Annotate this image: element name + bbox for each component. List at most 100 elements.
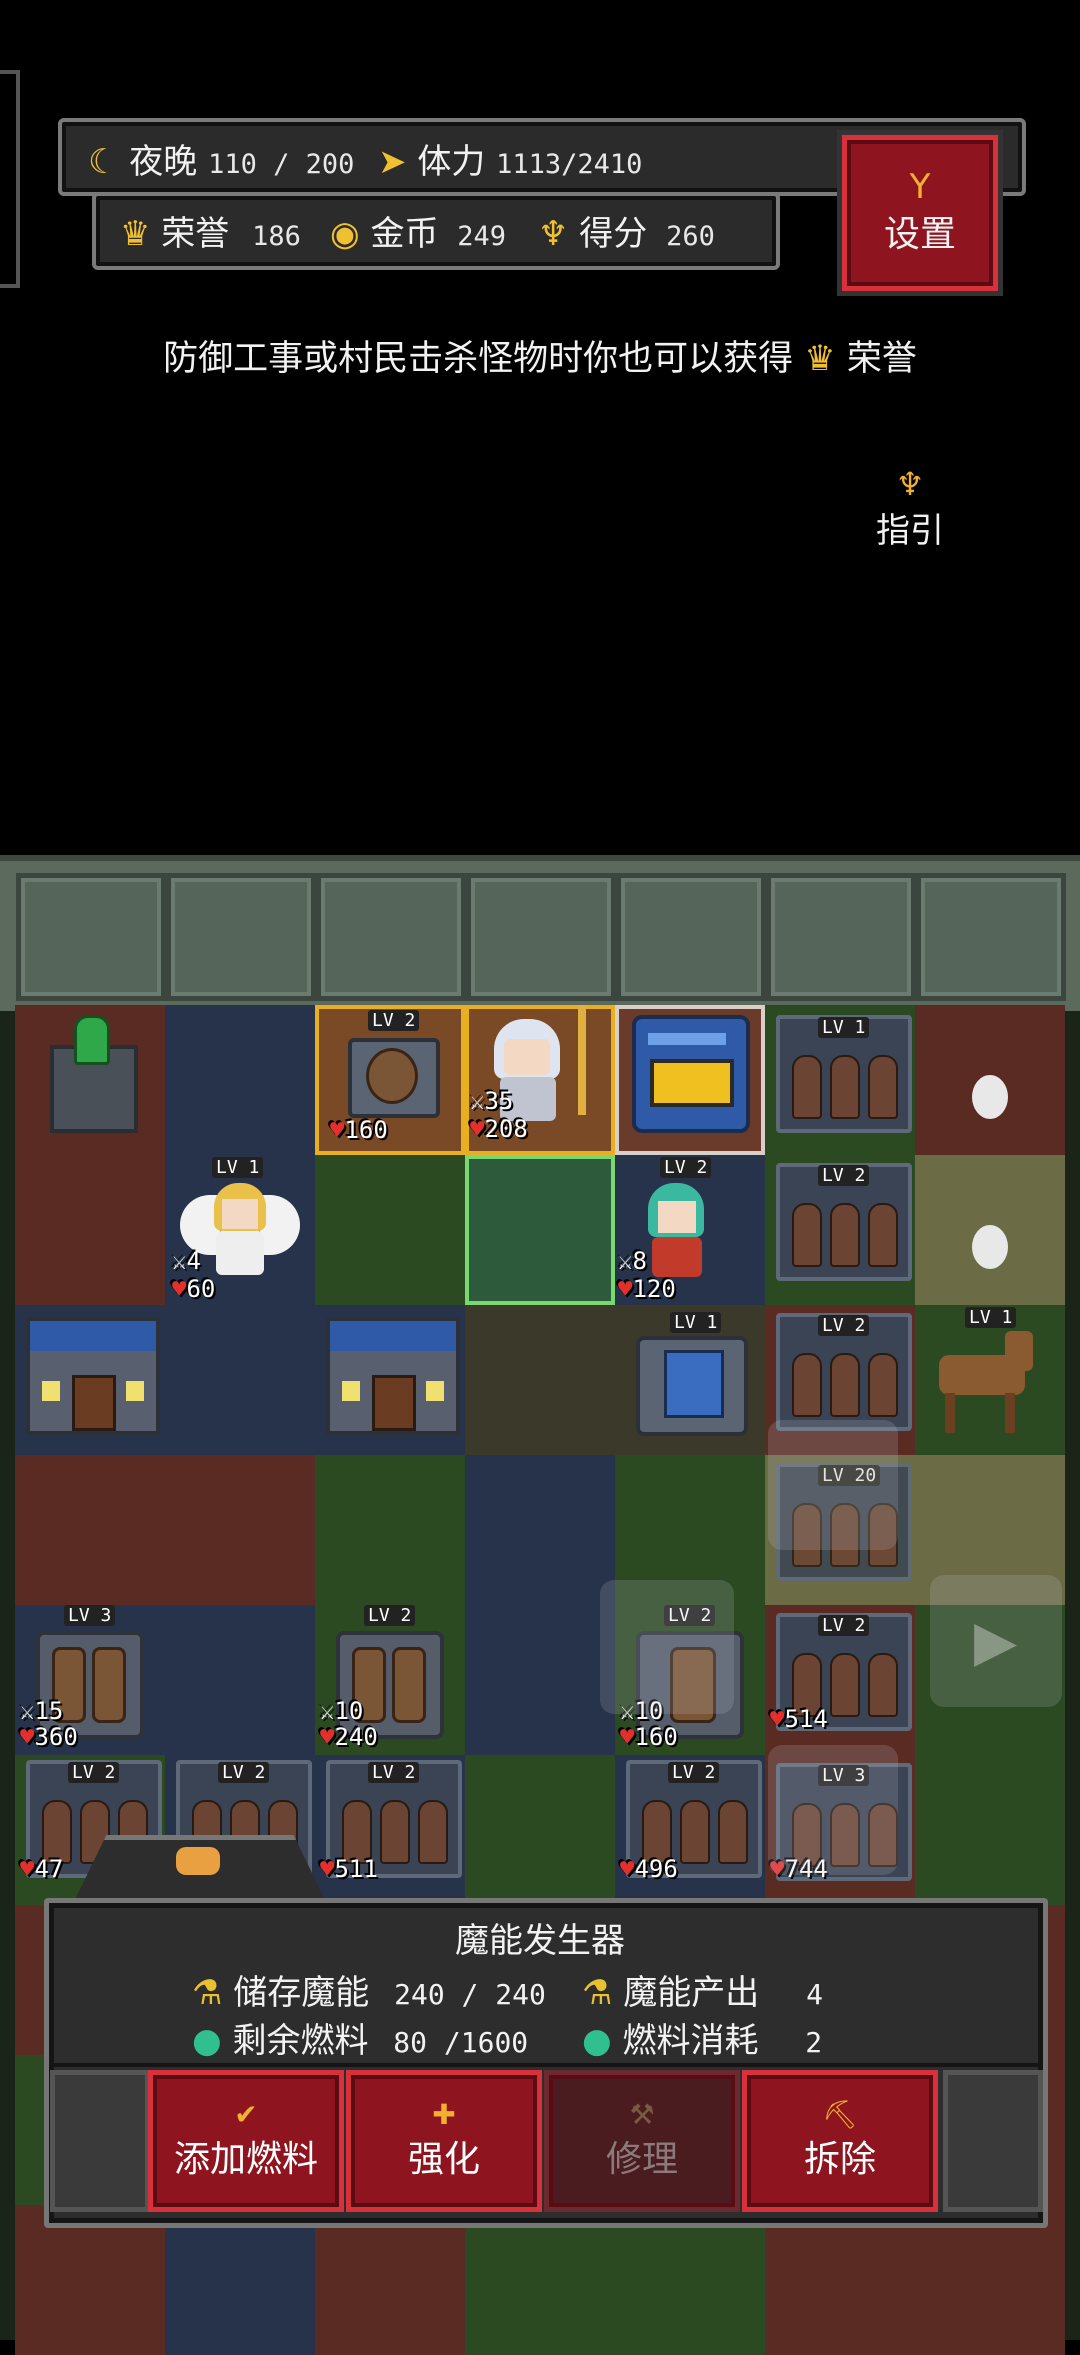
wall-block [166, 873, 316, 1001]
horse[interactable]: LV 1 [925, 1305, 1055, 1445]
staff-icon [578, 1005, 586, 1115]
spike-rack[interactable]: LV 2 [776, 1163, 912, 1281]
gamepad-icon[interactable] [176, 1847, 220, 1875]
stored-mana-value: 240 / 240 [394, 1978, 546, 2011]
add-fuel-label: 添加燃料 [173, 2139, 318, 2180]
side-frame [0, 70, 20, 288]
tile[interactable] [465, 1305, 615, 1455]
sword-icon: ⚔ [618, 1247, 633, 1275]
honor-value: 186 [252, 221, 301, 252]
house[interactable] [26, 1317, 160, 1435]
hp-stat: ♥160 [330, 1116, 388, 1144]
attack-value: 8 [632, 1247, 647, 1275]
tile[interactable] [165, 1455, 315, 1605]
tile[interactable] [465, 1605, 615, 1755]
mortar[interactable]: LV 2 ⚔10 ♥240 [320, 1603, 450, 1753]
crystal-tower[interactable] [30, 1015, 150, 1135]
tile[interactable] [315, 1455, 465, 1605]
honor-stat: ♛ 荣誉 186 [120, 206, 301, 255]
upgrade-label: 强化 [407, 2139, 480, 2180]
level-badge: LV 2 [818, 1165, 870, 1186]
gold-value: 249 [457, 221, 507, 252]
fuel-consumption-label: 燃料消耗 [622, 2021, 759, 2061]
tile[interactable] [465, 1755, 615, 1905]
settings-button[interactable]: Y 设置 [842, 135, 998, 291]
fuel-remaining-row: ● 剩余燃料 80 /1600 [192, 2013, 528, 2062]
mana-output-row: ⚗ 魔能产出 4 [582, 1965, 823, 2014]
furnace[interactable] [632, 1015, 750, 1135]
gold-label: 金币 [370, 214, 439, 254]
heart-icon: ♥ [620, 1723, 635, 1751]
tile[interactable] [465, 1455, 615, 1605]
demolish-button[interactable]: ⛏ 拆除 [742, 2070, 938, 2212]
tile[interactable] [315, 1155, 465, 1305]
tip-honor-word: 荣誉 [846, 339, 917, 379]
hero-girl[interactable]: ⚔35 ♥208 [470, 1005, 600, 1150]
guide-button[interactable]: ♆ 指引 [870, 465, 950, 552]
attack-value: 15 [34, 1697, 64, 1725]
hp-value: 120 [632, 1275, 676, 1303]
stored-mana-row: ⚗ 储存魔能 240 / 240 [192, 1965, 546, 2014]
repair-button[interactable]: ⚒ 修理 [544, 2070, 740, 2212]
panel-divider [49, 2063, 1043, 2067]
mortar[interactable]: LV 3 ⚔15 ♥360 [20, 1603, 150, 1753]
tile[interactable] [15, 1455, 165, 1605]
guide-label: 指引 [876, 511, 944, 551]
repair-label: 修理 [605, 2139, 678, 2180]
crown-icon: ♛ [804, 339, 836, 379]
attack-stat: ⚔10 [320, 1697, 363, 1725]
play-button[interactable]: ▶ [930, 1575, 1062, 1707]
level-badge: LV 1 [818, 1017, 870, 1038]
tile[interactable] [915, 1755, 1065, 1905]
honor-label: 荣誉 [161, 214, 230, 254]
coin-icon: ◉ [330, 214, 360, 254]
heart-icon: ♥ [172, 1275, 187, 1303]
crown-icon: ♛ [120, 214, 151, 254]
spike-rack[interactable]: LV 2 [776, 1313, 912, 1431]
magic-generator[interactable]: LV 1 [628, 1310, 748, 1440]
angel[interactable]: LV 1 ⚔4 ♥60 [170, 1155, 310, 1305]
moon-icon: ☾ [88, 142, 119, 182]
egg-icon [972, 1225, 1008, 1269]
attack-stat: ⚔15 [20, 1697, 63, 1725]
hp-stat: ♥360 [20, 1723, 78, 1751]
heart-icon: ♥ [330, 1116, 345, 1144]
check-icon: ✔ [234, 2098, 258, 2131]
tile[interactable] [15, 1155, 165, 1305]
tip-message: 防御工事或村民击杀怪物时你也可以获得 [163, 339, 794, 379]
night-stat: ☾ 夜晚 110 / 200 [88, 134, 354, 183]
demolish-label: 拆除 [803, 2139, 876, 2180]
add-fuel-button[interactable]: ✔ 添加燃料 [148, 2070, 344, 2212]
mage-tower[interactable]: LV 2 ♥160 [330, 1010, 450, 1150]
tile[interactable] [165, 1005, 315, 1155]
night-value: 110 / 200 [208, 149, 355, 180]
tile[interactable] [165, 1605, 315, 1755]
wall-block [316, 873, 466, 1001]
green-hair-girl[interactable]: LV 2 ⚔8 ♥120 [618, 1155, 748, 1305]
fuel-potion-icon: ● [582, 2021, 612, 2061]
heart-icon: ♥ [618, 1275, 633, 1303]
wrench-icon: Y [909, 167, 931, 207]
house[interactable] [326, 1317, 460, 1435]
stamina-value: 1113/2410 [496, 149, 643, 180]
fire-icon [650, 1059, 734, 1107]
ghost-control[interactable] [600, 1580, 734, 1714]
tile[interactable] [165, 1305, 315, 1455]
tile[interactable] [465, 1155, 615, 1305]
upgrade-button[interactable]: ✚ 强化 [346, 2070, 542, 2212]
hp-stat: ♥120 [618, 1275, 676, 1303]
heart-icon: ♥ [320, 1855, 335, 1883]
ghost-control[interactable] [768, 1745, 898, 1875]
heart-icon: ♥ [320, 1723, 335, 1751]
ghost-control[interactable] [768, 1420, 898, 1550]
level-badge: LV 2 [368, 1010, 420, 1031]
panel-title: 魔能发生器 [455, 1921, 625, 1961]
hp-value: 240 [334, 1723, 378, 1751]
level-badge: LV 1 [212, 1157, 264, 1178]
hp-value: 511 [334, 1855, 378, 1883]
stone-wall [0, 855, 1080, 1011]
spike-rack[interactable]: LV 1 [776, 1015, 912, 1133]
settings-label: 设置 [883, 214, 956, 255]
wall-block [16, 873, 166, 1001]
fuel-remaining-label: 剩余燃料 [232, 2021, 369, 2061]
